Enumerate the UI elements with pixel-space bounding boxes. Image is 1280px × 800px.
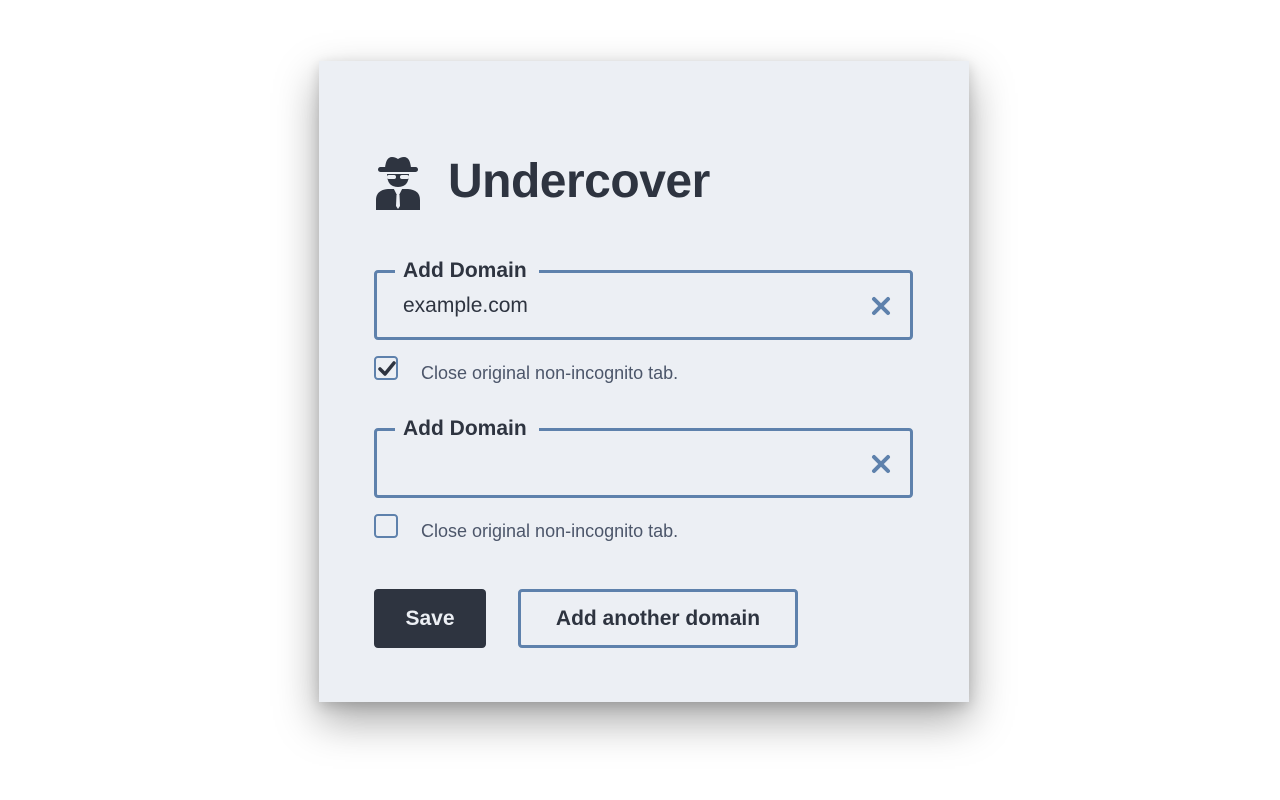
close-x-icon[interactable]	[870, 295, 892, 317]
action-bar: Save Add another domain	[374, 589, 798, 648]
close-tab-label: Close original non-incognito tab.	[421, 521, 679, 541]
domain-input[interactable]	[403, 291, 843, 321]
domain-fieldset: Add Domain	[374, 259, 913, 340]
close-tab-label: Close original non-incognito tab.	[421, 363, 679, 383]
close-tab-option: Close original non-incognito tab.	[374, 513, 913, 542]
options-card: Undercover Add Domain Close original non…	[319, 61, 969, 702]
domain-field-label: Add Domain	[395, 417, 539, 441]
close-tab-option: Close original non-incognito tab.	[374, 355, 913, 384]
header: Undercover	[374, 154, 710, 210]
close-tab-checkbox[interactable]	[374, 513, 398, 538]
app-title: Undercover	[448, 155, 710, 208]
incognito-spy-icon	[374, 154, 422, 210]
add-domain-button[interactable]: Add another domain	[518, 589, 798, 648]
domain-fieldset: Add Domain	[374, 417, 913, 498]
checkmark-icon	[378, 360, 396, 376]
domain-input[interactable]	[403, 449, 843, 479]
close-x-icon[interactable]	[870, 453, 892, 475]
domain-field-label: Add Domain	[395, 259, 539, 283]
domain-entry: Add Domain Close original non-incognito …	[374, 417, 913, 542]
close-tab-checkbox[interactable]	[374, 355, 398, 380]
save-button[interactable]: Save	[374, 589, 486, 648]
domain-entry: Add Domain Close original non-incognito …	[374, 259, 913, 384]
